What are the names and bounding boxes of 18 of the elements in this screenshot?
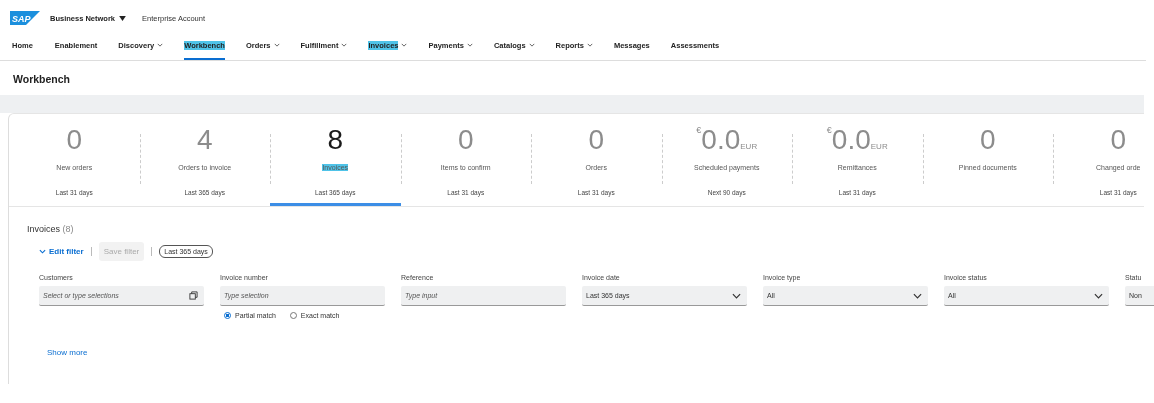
chevron-down-icon (586, 43, 593, 47)
page-title: Workbench (12, 72, 71, 87)
chevron-down-icon (39, 249, 46, 254)
chevron-down-icon (732, 292, 741, 299)
show-more-link[interactable]: Show more (47, 348, 88, 357)
chevron-down-icon (528, 43, 535, 47)
section-title: Invoices (8) (27, 224, 75, 234)
edit-filter-link[interactable]: Edit filter (39, 247, 84, 256)
chevron-down-icon (273, 43, 280, 47)
copy-icon[interactable] (189, 291, 198, 300)
chevron-down-icon (341, 43, 348, 47)
chevron-down-icon (401, 43, 408, 47)
sap-logo: SAP (10, 11, 40, 25)
chevron-down-icon (913, 292, 922, 299)
chevron-down-icon (1094, 292, 1103, 299)
caret-icon (119, 15, 127, 21)
chevron-down-icon (157, 43, 164, 47)
chevron-down-icon (466, 43, 473, 47)
